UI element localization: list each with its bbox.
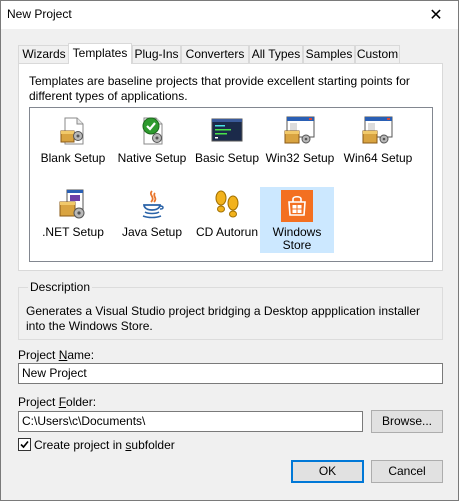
template-label: Java Setup [121,225,183,239]
dotnet-setup-icon [59,189,85,219]
tab-plug-ins[interactable]: Plug-Ins [132,45,181,63]
label-text: ubfolder [131,437,175,452]
template-windows-store[interactable]: Windows Store [260,187,334,253]
ok-button[interactable]: OK [291,460,364,483]
templates-list: Blank Setup Native Setup Basic Setup Win… [29,107,433,262]
native-setup-icon [142,117,163,145]
template-label: .NET Setup [42,225,104,239]
tab-custom[interactable]: Custom [355,45,400,63]
tab-all-types[interactable]: All Types [249,45,303,63]
template-win32-setup[interactable]: Win32 Setup [263,113,337,179]
windows-store-icon [281,190,313,222]
cancel-button[interactable]: Cancel [371,460,443,483]
template-cd-autorun[interactable]: CD Autorun [190,187,264,253]
close-button[interactable]: ✕ [414,1,458,29]
window-title: New Project [7,7,72,21]
template-label: Windows Store [272,225,322,252]
tab-wizards[interactable]: Wizards [18,45,70,63]
label-text: ame: [67,348,95,362]
tab-templates[interactable]: Templates [68,43,132,64]
project-folder-input[interactable]: C:\Users\c\Documents\ [18,411,363,432]
create-subfolder-label: Create project in subfolder [34,438,175,452]
template-label: Blank Setup [40,151,106,165]
template-dotnet-setup[interactable]: .NET Setup [36,187,110,253]
checkmark-icon [20,440,29,449]
template-label: Win32 Setup [265,151,335,165]
label-text: Project [18,395,59,409]
label-accelerator: F [58,395,67,409]
template-blank-setup[interactable]: Blank Setup [36,113,110,179]
template-java-setup[interactable]: Java Setup [115,187,189,253]
tab-samples[interactable]: Samples [303,45,355,63]
template-win64-setup[interactable]: Win64 Setup [341,113,415,179]
label-text: older: [66,395,97,409]
title-bar: New Project ✕ [1,1,458,29]
description-legend: Description [28,280,93,294]
browse-button[interactable]: Browse... [371,410,443,433]
template-label: Basic Setup [194,151,260,165]
template-label: CD Autorun [195,225,259,239]
project-folder-label: Project Folder: [18,395,96,409]
template-native-setup[interactable]: Native Setup [115,113,189,179]
description-text: Generates a Visual Studio project bridgi… [26,304,421,333]
templates-description: Templates are baseline projects that pro… [29,74,410,103]
close-icon: ✕ [429,7,443,24]
template-basic-setup[interactable]: Basic Setup [190,113,264,179]
blank-setup-icon [60,117,84,145]
label-text: Project [18,348,59,362]
template-label: Native Setup [117,151,187,165]
templates-panel: Templates are baseline projects that pro… [18,63,443,271]
template-label: Win64 Setup [343,151,413,165]
basic-setup-icon [211,118,243,142]
new-project-dialog: New Project ✕ Wizards Templates Plug-Ins… [0,0,459,501]
project-name-label: Project Name: [18,348,94,362]
create-subfolder-option[interactable]: Create project in subfolder [18,437,175,452]
project-name-input[interactable]: New Project [18,363,443,384]
cd-autorun-icon [215,190,239,218]
tab-converters[interactable]: Converters [181,45,249,63]
java-setup-icon [142,190,164,219]
label-text: Create project in [34,437,126,452]
win64-setup-icon [362,116,393,144]
win32-setup-icon [284,116,315,144]
description-group: Description Generates a Visual Studio pr… [18,280,443,340]
create-subfolder-checkbox[interactable] [18,438,31,451]
